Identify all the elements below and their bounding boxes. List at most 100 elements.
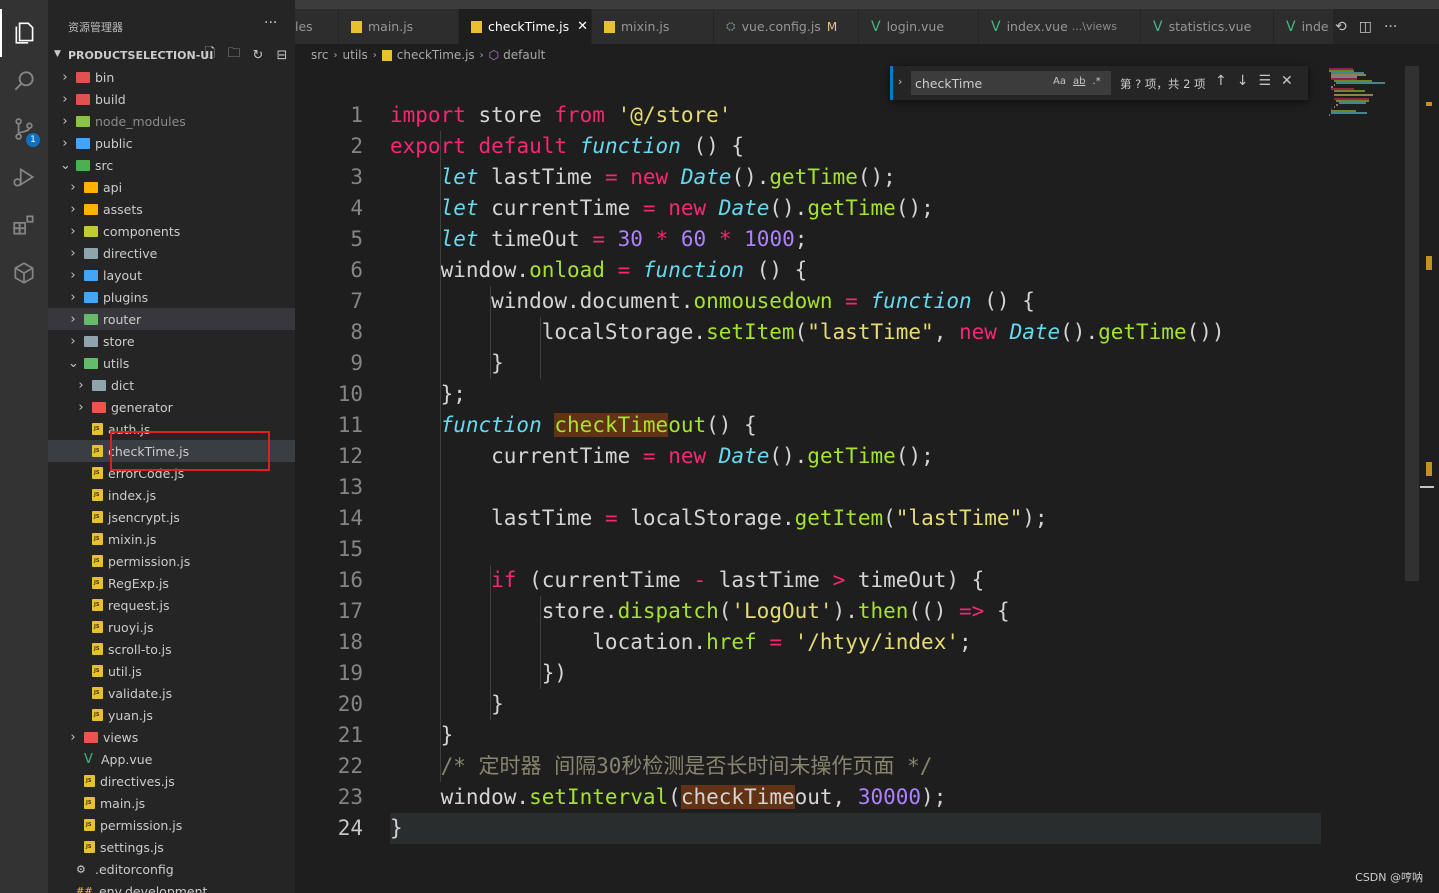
tree-file[interactable]: V App.vue <box>48 748 295 770</box>
tree-folder[interactable]: › assets <box>48 198 295 220</box>
tree-folder[interactable]: › directive <box>48 242 295 264</box>
find-in-selection-icon[interactable]: ☰ <box>1258 73 1271 89</box>
tree-file[interactable]: settings.js <box>48 836 295 858</box>
tree-file[interactable]: mixin.js <box>48 528 295 550</box>
editor-tab[interactable]: main.js <box>339 9 459 44</box>
tree-file[interactable]: jsencrypt.js <box>48 506 295 528</box>
tree-folder[interactable]: ⌄ utils <box>48 352 295 374</box>
tree-file[interactable]: ## .env.development <box>48 880 295 893</box>
editor-tab[interactable]: Vstatistics.vue <box>1141 9 1274 44</box>
more-actions-icon[interactable]: ··· <box>264 15 277 31</box>
code-line[interactable]: 10 }; <box>295 379 1405 410</box>
new-file-icon[interactable]: 🗋 <box>202 46 218 63</box>
code-line[interactable]: 24} <box>295 813 1405 844</box>
toggle-replace-icon[interactable]: › <box>898 75 902 88</box>
tree-folder[interactable]: › dict <box>48 374 295 396</box>
tree-folder[interactable]: › store <box>48 330 295 352</box>
collapse-all-icon[interactable]: ⊟ <box>274 47 290 63</box>
remote-explorer-icon[interactable] <box>0 249 48 297</box>
code-line[interactable]: 5 let timeOut = 30 * 60 * 1000; <box>295 224 1405 255</box>
code-line[interactable]: 17 store.dispatch('LogOut').then(() => { <box>295 596 1405 627</box>
extensions-icon[interactable] <box>0 201 48 249</box>
tree-folder[interactable]: › node_modules <box>48 110 295 132</box>
tree-folder[interactable]: › plugins <box>48 286 295 308</box>
source-control-icon[interactable]: 1 <box>0 105 48 153</box>
tree-folder[interactable]: ⌄ src <box>48 154 295 176</box>
tree-file[interactable]: permission.js <box>48 814 295 836</box>
close-icon[interactable]: ✕ <box>1281 73 1293 89</box>
open-changes-icon[interactable]: ⟲ <box>1335 19 1347 35</box>
tree-folder[interactable]: › build <box>48 88 295 110</box>
code-line[interactable]: 13 <box>295 472 1405 503</box>
code-line[interactable]: 18 location.href = '/htyy/index'; <box>295 627 1405 658</box>
search-icon[interactable] <box>0 57 48 105</box>
tree-folder[interactable]: › generator <box>48 396 295 418</box>
code-line[interactable]: 16 if (currentTime - lastTime > timeOut)… <box>295 565 1405 596</box>
code-line[interactable]: 14 lastTime = localStorage.getItem("last… <box>295 503 1405 534</box>
refresh-icon[interactable]: ↻ <box>250 47 266 63</box>
tree-file[interactable]: ⚙ .editorconfig <box>48 858 295 880</box>
new-folder-icon[interactable]: 🗀 <box>226 46 242 63</box>
tree-file[interactable]: scroll-to.js <box>48 638 295 660</box>
tree-file[interactable]: RegExp.js <box>48 572 295 594</box>
code-line[interactable]: 21 } <box>295 720 1405 751</box>
more-icon[interactable]: ··· <box>1384 19 1397 35</box>
editor-tab[interactable]: mixin.js <box>592 9 714 44</box>
breadcrumb-item[interactable]: checkTime.js <box>397 48 475 62</box>
previous-match-icon[interactable]: ↑ <box>1215 73 1227 89</box>
editor-tab[interactable]: les <box>295 9 339 44</box>
code-line[interactable]: 22 /* 定时器 间隔30秒检测是否长时间未操作页面 */ <box>295 751 1405 782</box>
breadcrumb-item[interactable]: src <box>311 48 329 62</box>
code-line[interactable]: 15 <box>295 534 1405 565</box>
breadcrumb-item[interactable]: utils <box>343 48 368 62</box>
code-line[interactable]: 12 currentTime = new Date().getTime(); <box>295 441 1405 472</box>
close-icon[interactable]: ✕ <box>577 19 588 34</box>
tree-file[interactable]: index.js <box>48 484 295 506</box>
tree-folder[interactable]: › public <box>48 132 295 154</box>
code-line[interactable]: 23 window.setInterval(checkTimeout, 3000… <box>295 782 1405 813</box>
editor-scrollbar[interactable] <box>1405 66 1419 581</box>
code-line[interactable]: 7 window.document.onmousedown = function… <box>295 286 1405 317</box>
code-editor[interactable]: 1 import store from '@/store' 2 export defa… <box>295 66 1439 893</box>
tree-folder[interactable]: › api <box>48 176 295 198</box>
tree-item-label: .editorconfig <box>95 861 174 877</box>
tree-file[interactable]: yuan.js <box>48 704 295 726</box>
explorer-icon[interactable] <box>0 9 48 57</box>
code-line[interactable]: 6 window.onload = function () { <box>295 255 1405 286</box>
run-debug-icon[interactable] <box>0 153 48 201</box>
code-line[interactable]: 4 let currentTime = new Date().getTime()… <box>295 193 1405 224</box>
project-section-header[interactable]: ▼ PRODUCTSELECTION-UI 🗋 🗀 ↻ ⊟ <box>48 44 295 66</box>
code-line[interactable]: 19 }) <box>295 658 1405 689</box>
tree-folder[interactable]: › components <box>48 220 295 242</box>
code-line[interactable]: 8 localStorage.setItem("lastTime", new D… <box>295 317 1405 348</box>
editor-tab[interactable]: checkTime.js ✕ <box>459 9 592 44</box>
code-line[interactable]: 20 } <box>295 689 1405 720</box>
tree-file[interactable]: permission.js <box>48 550 295 572</box>
tree-file[interactable]: validate.js <box>48 682 295 704</box>
tree-folder[interactable]: › layout <box>48 264 295 286</box>
tree-folder[interactable]: › router <box>48 308 295 330</box>
minimap[interactable] <box>1329 66 1405 126</box>
code-line[interactable]: 2 export default function () { <box>295 131 1405 162</box>
editor-tab[interactable]: Vlogin.vue <box>859 9 979 44</box>
regex-toggle[interactable]: .* <box>1092 76 1100 87</box>
code-line[interactable]: 11 function checkTimeout() { <box>295 410 1405 441</box>
editor-tab[interactable]: Vinde <box>1274 9 1334 44</box>
code-line[interactable]: 1 import store from '@/store' <box>295 100 1405 131</box>
split-editor-icon[interactable]: ◫ <box>1359 19 1372 35</box>
tree-file[interactable]: main.js <box>48 792 295 814</box>
tree-file[interactable]: ruoyi.js <box>48 616 295 638</box>
breadcrumb-item[interactable]: default <box>503 48 545 62</box>
next-match-icon[interactable]: ↓ <box>1237 73 1249 89</box>
tree-file[interactable]: util.js <box>48 660 295 682</box>
match-word-toggle[interactable]: ab <box>1073 76 1085 87</box>
editor-tab[interactable]: ⛭ vue.config.js M <box>714 9 859 44</box>
tree-folder[interactable]: › views <box>48 726 295 748</box>
code-line[interactable]: 9 } <box>295 348 1405 379</box>
tree-file[interactable]: request.js <box>48 594 295 616</box>
tree-file[interactable]: directives.js <box>48 770 295 792</box>
tree-folder[interactable]: › bin <box>48 66 295 88</box>
match-case-toggle[interactable]: Aa <box>1053 76 1066 87</box>
code-line[interactable]: 3 let lastTime = new Date().getTime(); <box>295 162 1405 193</box>
editor-tab[interactable]: Vindex.vue ...\views <box>979 9 1141 44</box>
